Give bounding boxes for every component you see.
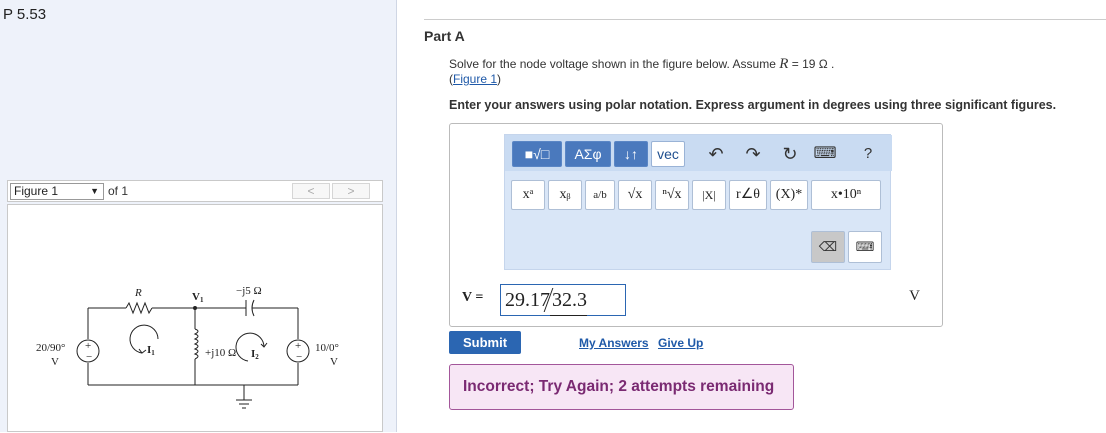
part-divider [424, 19, 1106, 20]
answer-units: V [909, 288, 920, 304]
polar-button[interactable]: r∠θ [729, 180, 767, 210]
arrows-button[interactable]: ↓↑ [614, 141, 648, 167]
delete-icon[interactable]: ⌫ [811, 231, 845, 263]
abs-value-button[interactable]: |X| [692, 180, 726, 210]
templates-button[interactable]: ■√□ [512, 141, 562, 167]
keyboard-icon[interactable]: ⌨ [812, 141, 838, 167]
help-icon[interactable]: ? [855, 141, 881, 167]
figure-count: of 1 [108, 184, 129, 198]
scientific-notation-button[interactable]: x•10ⁿ [811, 180, 881, 210]
vec-button[interactable]: vec [651, 141, 685, 167]
instructions: Enter your answers using polar notation.… [449, 98, 1057, 112]
fraction-button[interactable]: a/b [585, 180, 615, 210]
label-source-right-unit: V [330, 356, 338, 368]
reset-icon[interactable]: ↻ [777, 141, 803, 167]
sqrt-button[interactable]: √x [618, 180, 652, 210]
problem-text: Solve for the node voltage shown in the … [449, 56, 835, 72]
answer-input[interactable]: 29.17 32.3 [500, 284, 626, 316]
answer-angle: 32.3 [550, 285, 587, 316]
label-v1: V1 [192, 291, 204, 304]
dropdown-arrow-icon: ▼ [90, 186, 99, 196]
answer-box: ■√□ ΑΣφ ↓↑ vec ↶ ↷ ↻ ⌨ ? xᵃ xᵦ a/b √x ⁿ√… [449, 123, 943, 327]
variable-r: R [779, 56, 789, 72]
label-i1: I1 [147, 344, 155, 357]
subscript-button[interactable]: xᵦ [548, 180, 582, 210]
superscript-button[interactable]: xᵃ [511, 180, 545, 210]
figure-link-line: (Figure 1) [449, 72, 502, 86]
label-source-left: 20/90° [36, 342, 65, 354]
conjugate-button[interactable]: (X)* [770, 180, 808, 210]
prev-figure-button[interactable]: < [292, 183, 330, 199]
figure-sidebar: P 5.53 Figure 1 ▼ of 1 < > + − + − R V1 … [0, 0, 397, 432]
minus-sign-left: − [86, 351, 92, 363]
nth-root-button[interactable]: ⁿ√x [655, 180, 689, 210]
submit-button[interactable]: Submit [449, 331, 521, 354]
label-inductor: +j10 Ω [205, 347, 236, 359]
keyboard-toggle-icon[interactable]: ⌨ [848, 231, 882, 263]
answer-variable-label: V = [462, 290, 484, 305]
figure-link[interactable]: Figure 1 [453, 72, 497, 86]
my-answers-link[interactable]: My Answers [579, 336, 649, 350]
label-source-right: 10/0° [315, 342, 339, 354]
minus-sign-right: − [296, 351, 302, 363]
circuit-diagram: + − + − R V1 −j5 Ω +j10 Ω I1 I2 20/90° V… [36, 285, 339, 409]
figure-select-value: Figure 1 [14, 184, 59, 198]
next-figure-button[interactable]: > [332, 183, 370, 199]
math-toolbar: ■√□ ΑΣφ ↓↑ vec ↶ ↷ ↻ ⌨ ? xᵃ xᵦ a/b √x ⁿ√… [504, 134, 892, 270]
label-i2: I2 [251, 348, 259, 361]
label-source-left-unit: V [51, 356, 59, 368]
figure-area: + − + − R V1 −j5 Ω +j10 Ω I1 I2 20/90° V… [7, 204, 383, 432]
problem-id: P 5.53 [3, 6, 47, 23]
figure-nav-bar: Figure 1 ▼ of 1 < > [7, 180, 383, 202]
feedback-message: Incorrect; Try Again; 2 attempts remaini… [449, 364, 794, 410]
figure-select[interactable]: Figure 1 ▼ [10, 183, 104, 200]
redo-icon[interactable]: ↷ [740, 141, 766, 167]
label-r: R [134, 287, 142, 299]
label-capacitor: −j5 Ω [236, 285, 262, 297]
undo-icon[interactable]: ↶ [703, 141, 729, 167]
part-title: Part A [424, 28, 465, 44]
give-up-link[interactable]: Give Up [658, 336, 703, 350]
greek-button[interactable]: ΑΣφ [565, 141, 611, 167]
